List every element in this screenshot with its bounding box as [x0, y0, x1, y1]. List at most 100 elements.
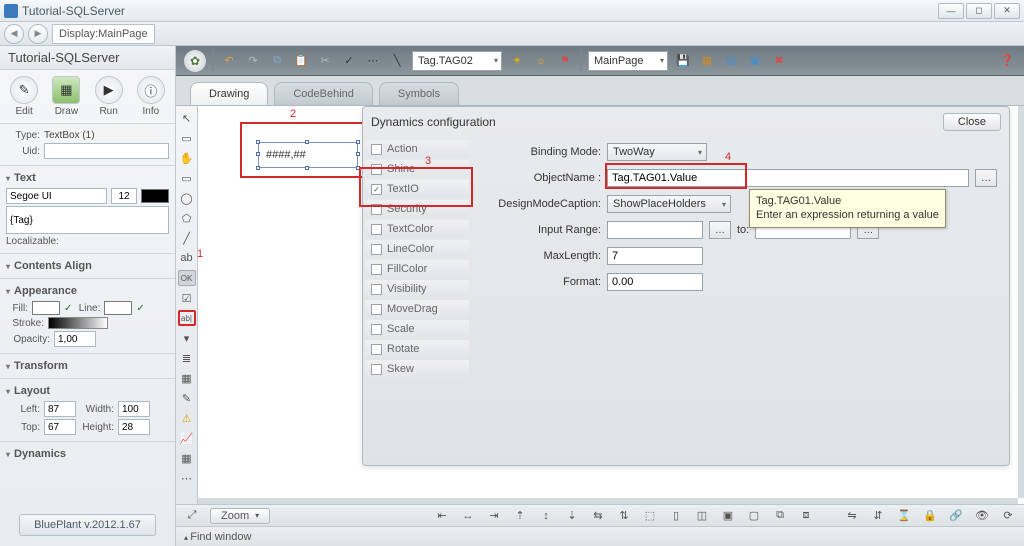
align-left-icon[interactable]: ⇤ [434, 508, 450, 524]
delete-button[interactable]: ✖ [770, 52, 788, 70]
find-bar[interactable]: Find window [176, 526, 1024, 546]
grid-tool[interactable]: ▦ [178, 450, 196, 466]
uid-input[interactable] [44, 143, 169, 159]
zoom-button[interactable]: Zoom▾ [210, 508, 270, 524]
dynamics-head[interactable]: Dynamics [6, 446, 169, 462]
canvas-scroll-vertical[interactable] [1018, 106, 1024, 498]
group-icon[interactable]: ⧉ [772, 508, 788, 524]
dist-h-icon[interactable]: ⇆ [590, 508, 606, 524]
contents-align-head[interactable]: Contents Align [6, 258, 169, 274]
screen-icon[interactable]: ▣ [746, 52, 764, 70]
dyn-visibility[interactable]: Visibility [365, 280, 469, 298]
format-input[interactable] [607, 273, 703, 291]
same-size-icon[interactable]: ◫ [694, 508, 710, 524]
design-caption-select[interactable]: ShowPlaceHolders [607, 195, 731, 213]
same-width-icon[interactable]: ⬚ [642, 508, 658, 524]
dyn-fillcolor[interactable]: FillColor [365, 260, 469, 278]
maximize-button[interactable]: ◻ [966, 3, 992, 19]
label-tool[interactable]: ab [178, 250, 196, 266]
dots-button[interactable]: ⋯ [364, 52, 382, 70]
range-from-browse[interactable]: … [709, 221, 731, 239]
eye-icon[interactable]: 👁 [974, 508, 990, 524]
button-tool[interactable]: OK [178, 270, 196, 286]
transform-head[interactable]: Transform [6, 358, 169, 374]
edit-mode-button[interactable]: ✎Edit [10, 76, 38, 117]
list-tool[interactable]: ≣ [178, 350, 196, 366]
rect-tool[interactable]: ▭ [178, 170, 196, 186]
draw-mode-button[interactable]: ▦Draw [52, 76, 80, 117]
range-from-input[interactable] [607, 221, 703, 239]
opacity-input[interactable] [54, 331, 96, 347]
align-middle-icon[interactable]: ↕ [538, 508, 554, 524]
binding-mode-select[interactable]: TwoWay [607, 143, 707, 161]
image-tool[interactable]: ▦ [178, 370, 196, 386]
ungroup-icon[interactable]: ⧈ [798, 508, 814, 524]
save-button[interactable]: 💾 [674, 52, 692, 70]
tab-codebehind[interactable]: CodeBehind [274, 82, 373, 105]
breadcrumb[interactable]: Display:MainPage [52, 24, 155, 44]
line-tool[interactable]: ╱ [178, 230, 196, 246]
dyn-movedrag[interactable]: MoveDrag [365, 300, 469, 318]
tag-expr-input[interactable] [6, 206, 169, 234]
dist-v-icon[interactable]: ⇅ [616, 508, 632, 524]
flip-v-icon[interactable]: ⇵ [870, 508, 886, 524]
redo-button[interactable]: ↷ [244, 52, 262, 70]
checkbox-tool[interactable]: ☑ [178, 290, 196, 306]
minimize-button[interactable]: — [938, 3, 964, 19]
send-back-icon[interactable]: ▢ [746, 508, 762, 524]
copy-button[interactable]: ⧉ [268, 52, 286, 70]
textbox-tool[interactable]: ab| [178, 310, 196, 326]
combo-tool[interactable]: ▾ [178, 330, 196, 346]
dyn-action[interactable]: Action [365, 140, 469, 158]
grid-button[interactable]: ▦ [698, 52, 716, 70]
width-input[interactable] [118, 401, 150, 417]
page-dropdown[interactable]: MainPage [588, 51, 668, 71]
link-icon[interactable]: 🔗 [948, 508, 964, 524]
align-top-icon[interactable]: ⇡ [512, 508, 528, 524]
help-button[interactable]: ❓ [998, 52, 1016, 70]
pointer-tool[interactable]: ↖ [178, 110, 196, 126]
page-icon[interactable]: ▤ [722, 52, 740, 70]
run-mode-button[interactable]: ▶Run [95, 76, 123, 117]
stroke-swatch[interactable] [48, 317, 108, 329]
warn-tool[interactable]: ⚠ [178, 410, 196, 426]
nav-back-button[interactable]: ◀ [4, 24, 24, 44]
star-button[interactable]: ✦ [508, 52, 526, 70]
dyn-linecolor[interactable]: LineColor [365, 240, 469, 258]
info-button[interactable]: ⓘInfo [137, 76, 165, 117]
misc-tool[interactable]: ⋯ [178, 470, 196, 486]
flag-button[interactable]: ⚑ [556, 52, 574, 70]
dyn-skew[interactable]: Skew [365, 360, 469, 378]
wand-button[interactable]: ╲ [388, 52, 406, 70]
left-input[interactable] [44, 401, 76, 417]
maxlength-input[interactable] [607, 247, 703, 265]
drawing-canvas[interactable]: ####,## 1 2 Dynamics configuration Close [198, 106, 1024, 504]
undo-button[interactable]: ↶ [220, 52, 238, 70]
paste-button[interactable]: 📋 [292, 52, 310, 70]
dyn-scale[interactable]: Scale [365, 320, 469, 338]
refresh-icon[interactable]: ⟳ [1000, 508, 1016, 524]
appearance-head[interactable]: Appearance [6, 283, 169, 299]
nav-forward-button[interactable]: ▶ [28, 24, 48, 44]
fontsize-input[interactable] [111, 188, 137, 204]
bulb-button[interactable]: ☼ [532, 52, 550, 70]
pen-tool[interactable]: ✎ [178, 390, 196, 406]
line-swatch[interactable] [104, 301, 132, 315]
align-right-icon[interactable]: ⇥ [486, 508, 502, 524]
select-tool[interactable]: ▭ [178, 130, 196, 146]
ellipse-tool[interactable]: ◯ [178, 190, 196, 206]
zoom-expand-icon[interactable]: ⤢ [184, 508, 200, 524]
fill-swatch[interactable] [32, 301, 60, 315]
lock-icon[interactable]: 🔒 [922, 508, 938, 524]
dialog-close-button[interactable]: Close [943, 113, 1001, 131]
bring-front-icon[interactable]: ▣ [720, 508, 736, 524]
font-color-swatch[interactable] [141, 189, 169, 203]
flip-h-icon[interactable]: ⇋ [844, 508, 860, 524]
check-button[interactable]: ✓ [340, 52, 358, 70]
tab-drawing[interactable]: Drawing [190, 82, 268, 105]
tab-symbols[interactable]: Symbols [379, 82, 459, 105]
height-input[interactable] [118, 419, 150, 435]
text-group-head[interactable]: Text [6, 170, 169, 186]
dyn-textcolor[interactable]: TextColor [365, 220, 469, 238]
canvas-scroll-horizontal[interactable] [198, 498, 1018, 504]
